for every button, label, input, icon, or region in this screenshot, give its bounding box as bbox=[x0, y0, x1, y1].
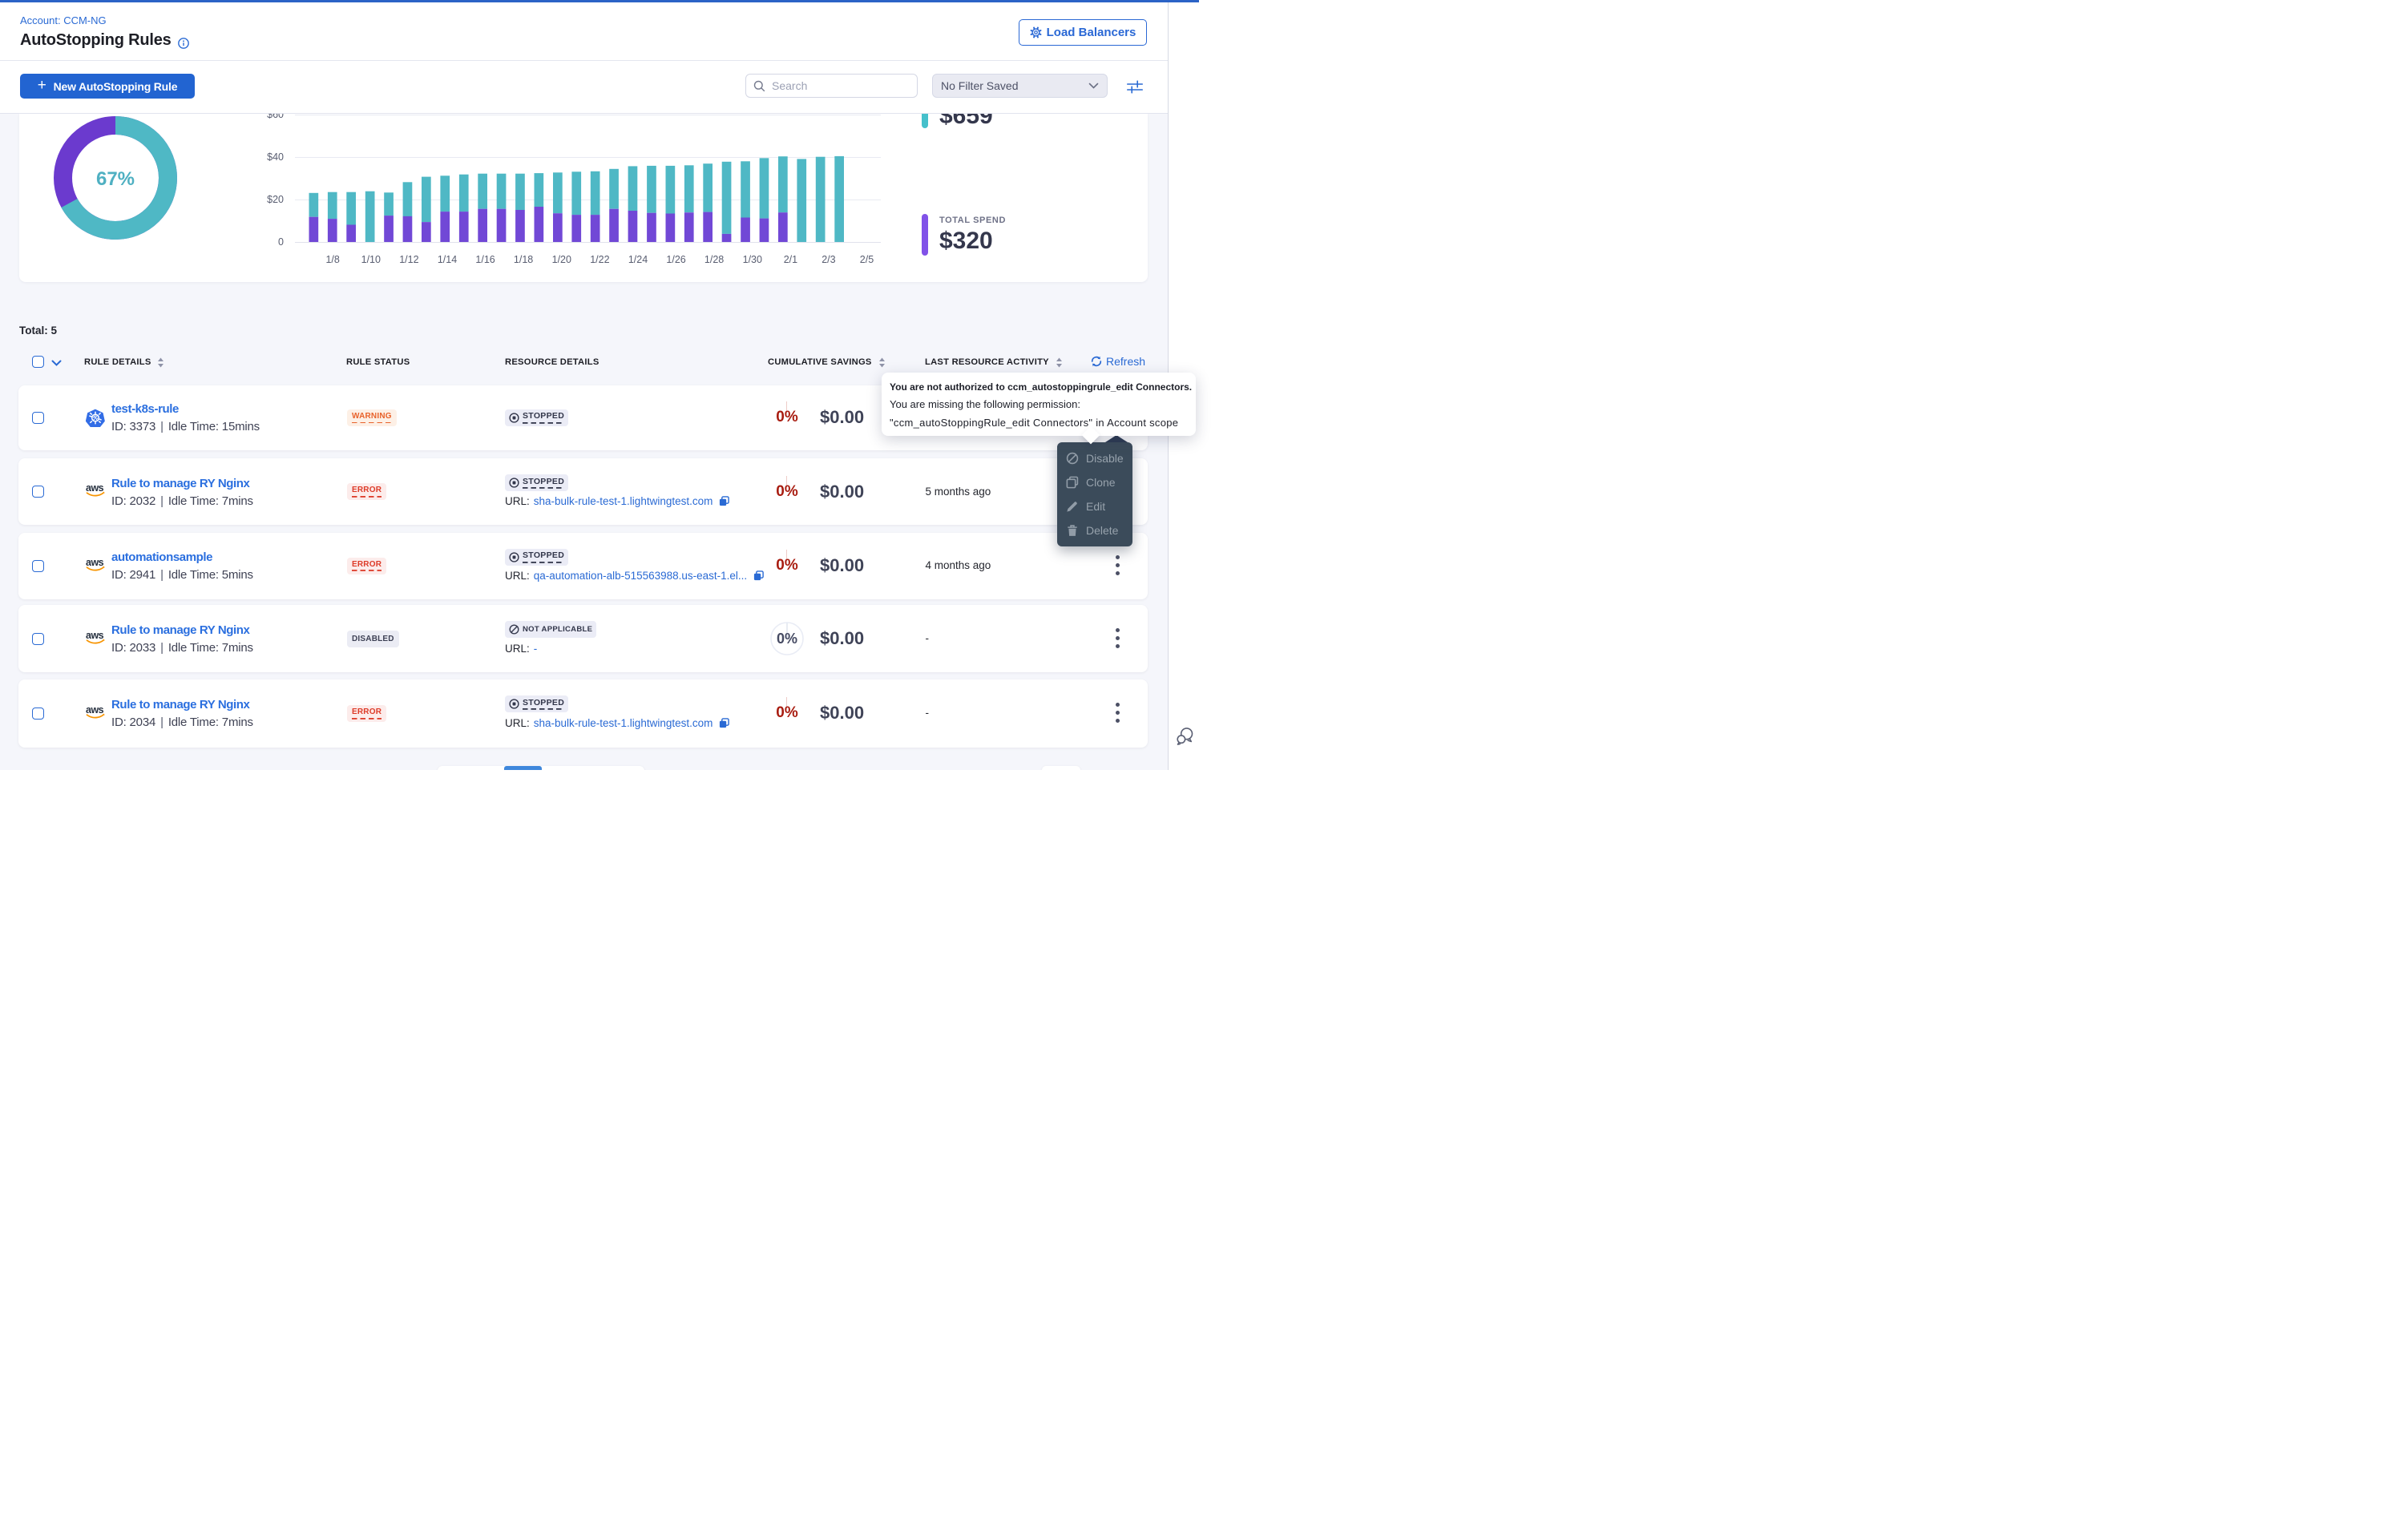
svg-text:aws: aws bbox=[86, 630, 104, 641]
svg-text:aws: aws bbox=[86, 557, 104, 568]
svg-text:aws: aws bbox=[86, 704, 104, 716]
svg-text:aws: aws bbox=[86, 482, 104, 494]
